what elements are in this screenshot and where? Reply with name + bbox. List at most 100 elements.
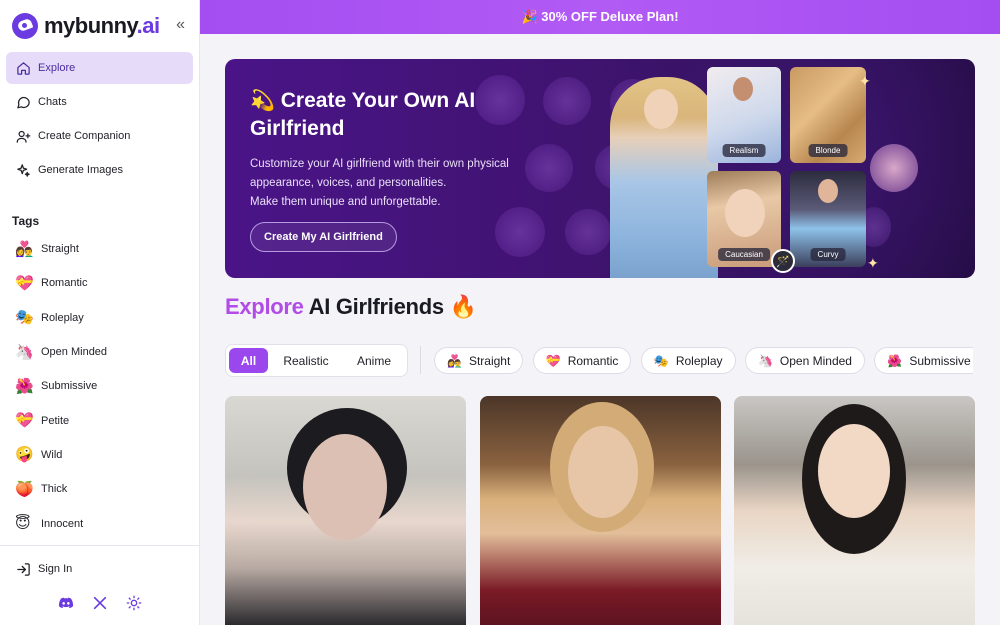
- tag-thick[interactable]: 🍑 Thick: [0, 472, 199, 506]
- chip-roleplay[interactable]: 🎭 Roleplay: [640, 347, 736, 374]
- tag-label: Open Minded: [41, 346, 108, 359]
- hero-title: 💫 Create Your Own AI Girlfriend: [250, 87, 510, 143]
- tag-label: Thick: [41, 483, 68, 496]
- add-user-icon: [15, 128, 31, 144]
- explore-heading-highlight: Explore: [225, 294, 304, 319]
- nav-item-label: Chats: [38, 96, 67, 108]
- hero-banner: 💫 Create Your Own AI Girlfriend Customiz…: [225, 59, 975, 278]
- segment-realistic[interactable]: Realistic: [268, 348, 344, 373]
- bg-avatar-bubble: [870, 144, 918, 192]
- chip-label: Straight: [468, 353, 511, 368]
- tag-label: Roleplay: [41, 311, 84, 324]
- zany-face-icon: 🤪: [15, 446, 34, 464]
- chat-bubble-icon: [15, 94, 31, 110]
- face-shape: [568, 426, 638, 518]
- nav-item-label: Explore: [38, 62, 76, 74]
- face-shape: [303, 434, 387, 540]
- logo-text: mybunny.ai: [44, 13, 160, 38]
- sign-in-label: Sign In: [38, 563, 73, 575]
- tile-label: Realism: [722, 144, 766, 157]
- tag-innocent[interactable]: 😇 Innocent: [0, 506, 199, 540]
- tag-chip-row: 👩‍❤️‍👨 Straight 💝 Romantic 🎭 Roleplay 🦄 Open…: [434, 347, 973, 374]
- fire-icon: 🔥: [449, 294, 477, 319]
- chip-submissive[interactable]: 🌺 Submissive: [874, 347, 973, 374]
- filter-divider: [420, 346, 421, 374]
- tile-curvy[interactable]: Curvy: [790, 171, 866, 267]
- tag-label: Wild: [41, 448, 63, 461]
- discord-icon[interactable]: [57, 594, 75, 612]
- home-icon: [15, 60, 31, 76]
- heart-gift-icon: 💝: [545, 353, 561, 368]
- collapse-sidebar-icon[interactable]: «: [176, 16, 185, 34]
- nav-item-generate-images[interactable]: Generate Images: [6, 154, 193, 186]
- style-segmented-control: All Realistic Anime: [225, 344, 408, 377]
- x-icon[interactable]: [91, 594, 109, 612]
- tile-label: Caucasian: [718, 248, 770, 261]
- sparkle-icon: ✦: [867, 255, 879, 271]
- unicorn-icon: 🦄: [15, 343, 34, 361]
- companion-card[interactable]: [734, 396, 975, 625]
- tag-roleplay[interactable]: 🎭 Roleplay: [0, 301, 199, 335]
- chip-label: Roleplay: [675, 353, 723, 368]
- tile-face: [725, 189, 765, 237]
- chip-label: Submissive: [909, 353, 971, 368]
- dizzy-star-icon: 💫: [250, 90, 275, 112]
- tag-label: Petite: [41, 414, 70, 427]
- theater-masks-icon: 🎭: [15, 309, 34, 327]
- sidebar-footer: Sign In: [0, 545, 199, 625]
- sign-in-button[interactable]: Sign In: [0, 548, 199, 590]
- tag-petite[interactable]: 💝 Petite: [0, 403, 199, 437]
- companion-card[interactable]: [225, 396, 466, 625]
- tag-romantic[interactable]: 💝 Romantic: [0, 266, 199, 300]
- unicorn-icon: 🦄: [757, 353, 773, 368]
- chip-label: Open Minded: [779, 353, 852, 368]
- create-girlfriend-button[interactable]: Create My AI Girlfriend: [250, 222, 397, 252]
- nav-item-explore[interactable]: Explore: [6, 52, 193, 84]
- bg-avatar-bubble: [495, 207, 545, 257]
- hero-description: Customize your AI girlfriend with their …: [250, 155, 550, 212]
- sparkles-icon: [15, 162, 31, 178]
- tag-wild[interactable]: 🤪 Wild: [0, 438, 199, 472]
- tag-label: Straight: [41, 243, 79, 256]
- peach-icon: 🍑: [15, 480, 34, 498]
- hibiscus-icon: 🌺: [887, 353, 903, 368]
- companion-card[interactable]: [480, 396, 721, 625]
- halo-face-icon: 😇: [15, 515, 31, 533]
- tags-heading: Tags: [12, 214, 40, 228]
- magic-wand-icon: 🪄: [771, 249, 795, 273]
- tag-submissive[interactable]: 🌺 Submissive: [0, 369, 199, 403]
- hero-title-text: Create Your Own AI Girlfriend: [250, 89, 476, 140]
- hero-desc-line: Make them unique and unforgettable.: [250, 196, 441, 208]
- sparkle-icon: ✦: [859, 73, 871, 89]
- promo-banner[interactable]: 🎉 30% OFF Deluxe Plan!: [200, 0, 1000, 34]
- tile-realism[interactable]: Realism: [707, 67, 781, 163]
- theme-toggle-icon[interactable]: [125, 594, 143, 612]
- nav-item-create-companion[interactable]: Create Companion: [6, 120, 193, 152]
- chip-label: Romantic: [567, 353, 619, 368]
- promo-text: 🎉 30% OFF Deluxe Plan!: [521, 9, 679, 24]
- logo[interactable]: mybunny.ai «: [0, 0, 199, 52]
- sign-in-icon: [17, 562, 30, 576]
- segment-anime[interactable]: Anime: [344, 348, 404, 373]
- hero-desc-line: appearance, voices, and personalities.: [250, 177, 447, 189]
- chip-romantic[interactable]: 💝 Romantic: [532, 347, 632, 374]
- face-shape: [818, 424, 890, 518]
- heart-gift-icon: 💝: [15, 412, 34, 430]
- tag-label: Romantic: [41, 277, 88, 290]
- hibiscus-icon: 🌺: [15, 377, 34, 395]
- segment-all[interactable]: All: [229, 348, 268, 373]
- hero-model-image: [610, 77, 718, 278]
- tag-straight[interactable]: 👩‍❤️‍👨 Straight: [0, 232, 199, 266]
- tile-caucasian[interactable]: Caucasian: [707, 171, 781, 267]
- tag-label: Submissive: [41, 380, 98, 393]
- nav-item-label: Create Companion: [38, 130, 131, 142]
- chip-straight[interactable]: 👩‍❤️‍👨 Straight: [434, 347, 524, 374]
- explore-heading-text: AI Girlfriends: [303, 294, 450, 319]
- chip-open-minded[interactable]: 🦄 Open Minded: [744, 347, 865, 374]
- theater-masks-icon: 🎭: [653, 353, 669, 368]
- tag-open-minded[interactable]: 🦄 Open Minded: [0, 335, 199, 369]
- nav-item-chats[interactable]: Chats: [6, 86, 193, 118]
- bg-avatar-bubble: [543, 77, 591, 125]
- explore-heading: Explore AI Girlfriends 🔥: [225, 294, 477, 320]
- tile-blonde[interactable]: Blonde: [790, 67, 866, 163]
